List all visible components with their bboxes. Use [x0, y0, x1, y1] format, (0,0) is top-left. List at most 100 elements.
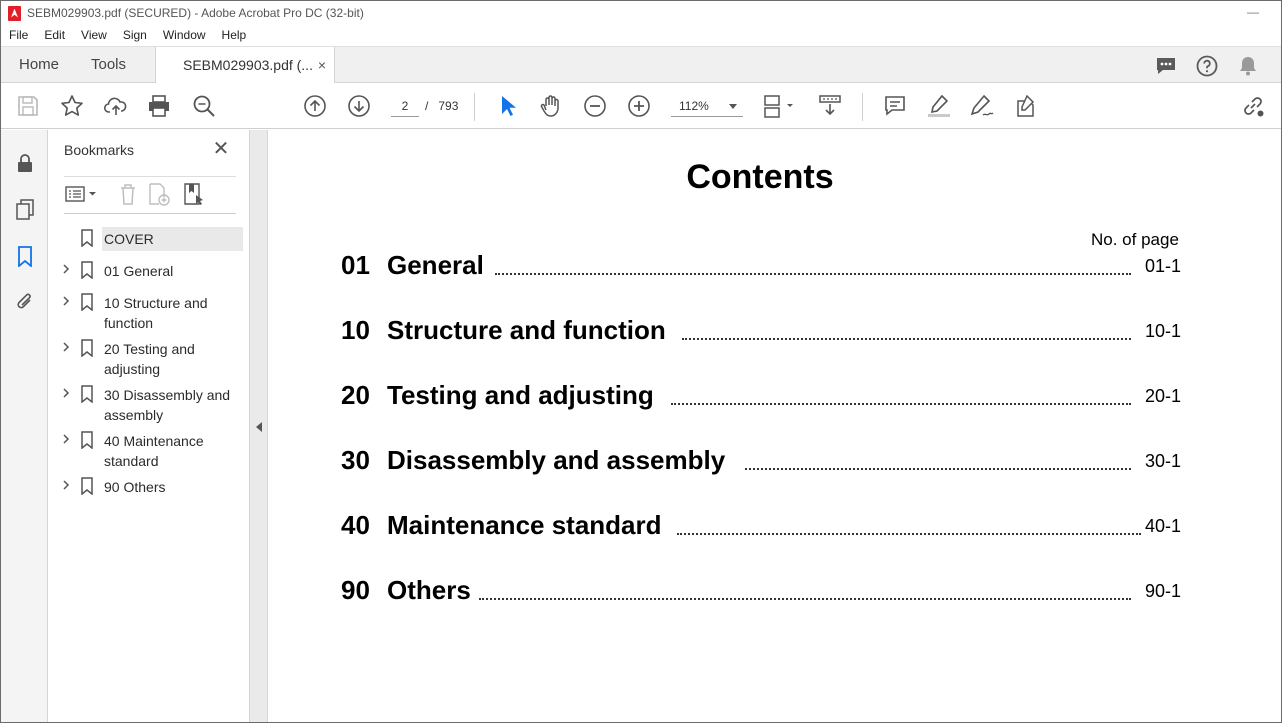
toc-page: 20-1: [1144, 386, 1181, 406]
acrobat-window: SEBM029903.pdf (SECURED) - Adobe Acrobat…: [0, 0, 1282, 723]
bookmark-icon: [81, 431, 93, 449]
chevron-left-icon: [256, 422, 262, 432]
toolbar: 2 / 793 112%: [1, 83, 1281, 129]
toc-page: 01-1: [1144, 256, 1181, 276]
save-icon[interactable]: [15, 93, 41, 119]
menu-bar: File Edit View Sign Window Help: [1, 25, 1281, 45]
toc-number: 90: [341, 575, 370, 605]
toolbar-divider: [862, 93, 863, 121]
toc-number: 01: [341, 250, 370, 280]
toc-entry[interactable]: 30 Disassembly and assembly 30-1: [341, 445, 1181, 479]
menu-window[interactable]: Window: [155, 28, 214, 42]
chevron-right-icon[interactable]: [60, 263, 72, 275]
toc-page: 90-1: [1144, 581, 1181, 601]
toc-page: 30-1: [1144, 451, 1181, 471]
bookmark-label: 30 Disassembly and assembly: [104, 387, 231, 423]
bookmark-label: 40 Maintenance standard: [104, 433, 204, 469]
new-bookmark-icon[interactable]: [144, 181, 172, 207]
zoom-in-icon[interactable]: [626, 93, 652, 119]
menu-view[interactable]: View: [73, 28, 115, 42]
chevron-right-icon[interactable]: [60, 387, 72, 399]
chevron-down-icon: [729, 104, 737, 109]
total-pages: 793: [438, 99, 459, 113]
pages-icon[interactable]: [14, 198, 36, 220]
help-icon[interactable]: [1195, 54, 1219, 78]
page-separator: /: [425, 99, 429, 113]
toc-entry[interactable]: 90 Others 90-1: [341, 575, 1181, 609]
toc-title: General: [387, 250, 484, 280]
scroll-mode-icon[interactable]: [817, 93, 843, 119]
highlight-icon[interactable]: [926, 93, 952, 119]
share-link-icon[interactable]: [1240, 93, 1266, 119]
tab-tools[interactable]: Tools: [91, 47, 126, 83]
bell-icon[interactable]: [1236, 54, 1260, 78]
chevron-right-icon[interactable]: [60, 433, 72, 445]
find-bookmark-icon[interactable]: [180, 181, 208, 207]
toc-entry[interactable]: 20 Testing and adjusting 20-1: [341, 380, 1181, 414]
menu-help[interactable]: Help: [214, 28, 255, 42]
menu-edit[interactable]: Edit: [36, 28, 73, 42]
page-title: Contents: [686, 158, 834, 196]
bookmarks-title: Bookmarks: [64, 142, 135, 158]
tab-home[interactable]: Home: [19, 47, 59, 83]
tab-document-label: SEBM029903.pdf (...: [183, 57, 313, 73]
prev-page-icon[interactable]: [302, 93, 328, 119]
bookmark-label: 01 General: [104, 263, 174, 279]
delete-bookmark-icon[interactable]: [114, 181, 142, 207]
chevron-right-icon[interactable]: [60, 295, 72, 307]
toc-number: 40: [341, 510, 370, 540]
tab-document[interactable]: SEBM029903.pdf (... ×: [155, 47, 335, 84]
bookmarks-toolbar: [64, 176, 236, 214]
toc-page: 40-1: [1144, 516, 1181, 536]
chevron-right-icon[interactable]: [60, 341, 72, 353]
zoom-select[interactable]: 112%: [671, 95, 743, 117]
lock-icon[interactable]: [14, 152, 36, 174]
toc-page: 10-1: [1144, 321, 1181, 341]
dot-leader: [479, 598, 1131, 600]
chat-icon[interactable]: [1154, 54, 1178, 78]
search-zoom-icon[interactable]: [191, 93, 217, 119]
close-icon[interactable]: ✕: [211, 139, 231, 159]
select-cursor-icon[interactable]: [495, 93, 521, 119]
menu-file[interactable]: File: [1, 28, 36, 42]
comment-icon[interactable]: [882, 93, 908, 119]
draw-icon[interactable]: [969, 93, 995, 119]
page-count: / 793: [425, 95, 458, 117]
toc-entry[interactable]: 01 General 01-1: [341, 250, 1181, 284]
toc-title: Others: [387, 575, 471, 605]
toc-title: Maintenance standard: [387, 510, 662, 540]
next-page-icon[interactable]: [346, 93, 372, 119]
toc-title: Disassembly and assembly: [387, 445, 726, 475]
dot-leader: [745, 468, 1131, 470]
dot-leader: [495, 273, 1131, 275]
bookmark-label: 90 Others: [104, 479, 166, 495]
bookmark-options-icon[interactable]: [64, 181, 100, 207]
zoom-out-icon[interactable]: [582, 93, 608, 119]
bookmark-icon: [81, 261, 93, 279]
acrobat-logo-icon: [8, 5, 21, 21]
upload-cloud-icon[interactable]: [103, 93, 129, 119]
edit-stamp-icon[interactable]: [1013, 93, 1039, 119]
page-display-icon[interactable]: [761, 93, 797, 119]
toc-entry[interactable]: 10 Structure and function 10-1: [341, 315, 1181, 349]
minimize-button[interactable]: —: [1241, 1, 1265, 25]
bookmark-star-icon[interactable]: [59, 93, 85, 119]
chevron-right-icon[interactable]: [60, 479, 72, 491]
document-view: Contents No. of page 01 General 01-1 10 …: [269, 130, 1281, 722]
tab-close-button[interactable]: ×: [318, 47, 326, 83]
attachment-icon[interactable]: [14, 291, 36, 313]
menu-sign[interactable]: Sign: [115, 28, 155, 42]
window-title: SEBM029903.pdf (SECURED) - Adobe Acrobat…: [27, 6, 364, 20]
tab-bar: Home Tools SEBM029903.pdf (... ×: [1, 46, 1281, 84]
title-bar: SEBM029903.pdf (SECURED) - Adobe Acrobat…: [1, 1, 1281, 25]
hand-icon[interactable]: [538, 93, 564, 119]
bookmark-icon[interactable]: [14, 245, 36, 267]
page-number-input[interactable]: 2: [391, 95, 419, 117]
toc-entry[interactable]: 40 Maintenance standard 40-1: [341, 510, 1181, 544]
bookmarks-panel: Bookmarks ✕ COVER 01 General 10 Structur…: [48, 130, 250, 722]
print-icon[interactable]: [146, 93, 172, 119]
toc-number: 10: [341, 315, 370, 345]
zoom-value: 112%: [679, 99, 709, 113]
left-navigation-rail: [1, 130, 48, 722]
panel-collapse-handle[interactable]: [250, 130, 268, 722]
